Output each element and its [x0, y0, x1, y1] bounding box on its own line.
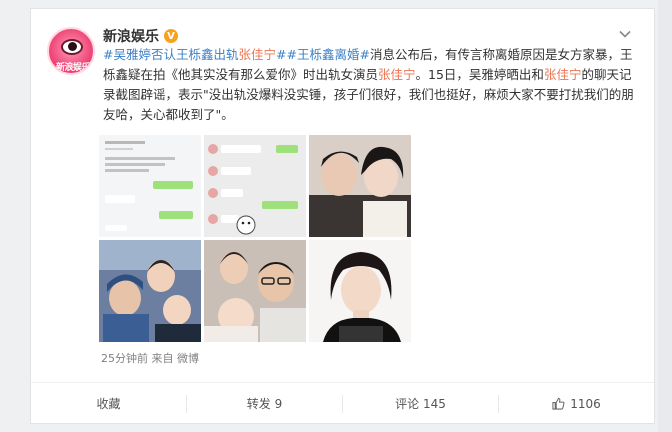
mention-link-b[interactable]: 张佳宁 [378, 67, 416, 82]
avatar[interactable]: 新浪娱乐 [47, 27, 95, 75]
favorite-label: 收藏 [96, 397, 121, 411]
hashtag-link-a[interactable]: #吴雅婷否认王栎鑫出轨 [103, 47, 238, 62]
hashtag-link-b[interactable]: #王栎鑫离婚# [286, 47, 369, 62]
post-time[interactable]: 25分钟前 [101, 352, 148, 365]
post-text-mid: 。15日，吴雅婷晒出和 [415, 67, 544, 82]
post-meta: 25分钟前 来自 微博 [101, 350, 199, 366]
poster-name-row: 新浪娱乐 V [103, 26, 178, 46]
comment-button[interactable]: 评论 145 [342, 394, 498, 413]
avatar-logo-text: 新浪娱乐 [55, 63, 91, 73]
image-chat-screenshot-2[interactable] [204, 135, 306, 237]
repost-label: 转发 9 [246, 397, 283, 411]
comment-label: 评论 145 [395, 397, 446, 411]
hashtag-end[interactable]: # [276, 47, 286, 62]
like-button[interactable]: 1106 [498, 394, 654, 413]
thumbs-up-icon [552, 397, 565, 410]
mention-link-a[interactable]: 张佳宁 [238, 47, 276, 62]
page-edge [658, 0, 672, 432]
mention-link-c[interactable]: 张佳宁 [544, 67, 582, 82]
post-text: #吴雅婷否认王栎鑫出轨张佳宁##王栎鑫离婚#消息公布后，有传言称离婚原因是女方家… [103, 45, 638, 125]
image-family-photo-2[interactable] [204, 240, 306, 342]
chevron-down-icon[interactable] [618, 27, 632, 41]
avatar-pupil-icon [68, 42, 77, 51]
image-family-photo-1[interactable] [99, 240, 201, 342]
like-count: 1106 [570, 396, 601, 411]
poster-name[interactable]: 新浪娱乐 [103, 26, 159, 46]
image-couple-selfie[interactable] [309, 135, 411, 237]
weibo-post-card: 新浪娱乐 新浪娱乐 V #吴雅婷否认王栎鑫出轨张佳宁##王栎鑫离婚#消息公布后，… [30, 8, 655, 424]
image-chat-screenshot-1[interactable] [99, 135, 201, 237]
verified-icon: V [164, 29, 178, 43]
action-bar: 收藏 转发 9 评论 145 1106 [31, 382, 654, 424]
image-portrait-photo[interactable] [309, 240, 411, 342]
favorite-button[interactable]: 收藏 [31, 395, 186, 413]
repost-button[interactable]: 转发 9 [186, 394, 342, 413]
post-source: 来自 微博 [151, 352, 200, 365]
